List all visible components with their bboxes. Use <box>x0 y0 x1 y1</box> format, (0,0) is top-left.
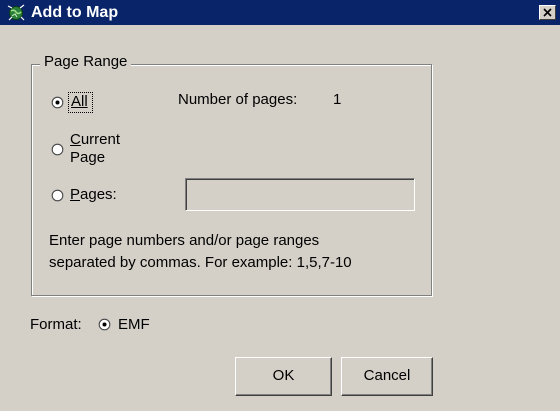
radio-format-emf[interactable] <box>98 318 111 331</box>
title-bar[interactable]: Add to Map <box>0 0 560 25</box>
pages-input[interactable] <box>185 178 415 211</box>
radio-current-label-line2[interactable]: Page <box>70 149 105 167</box>
page-range-legend: Page Range <box>40 52 132 72</box>
page-range-help-text: Enter page numbers and/or page ranges se… <box>49 230 429 274</box>
radio-current-page[interactable] <box>51 143 64 156</box>
close-icon <box>543 8 552 17</box>
cancel-button[interactable]: Cancel <box>341 357 433 396</box>
number-of-pages-value: 1 <box>333 91 342 108</box>
radio-selected-icon <box>55 100 60 105</box>
help-line-1: Enter page numbers and/or page ranges <box>49 232 320 249</box>
number-of-pages-label: Number of pages: <box>178 91 298 108</box>
format-emf-label[interactable]: EMF <box>118 316 150 334</box>
format-label: Format: <box>30 316 82 333</box>
radio-current-label-line1[interactable]: Current <box>70 131 120 149</box>
radio-all[interactable] <box>51 96 64 109</box>
add-to-map-dialog: Add to Map Page Range All Number of page… <box>0 0 560 411</box>
globe-map-icon <box>7 4 25 21</box>
radio-pages-label[interactable]: Pages: <box>70 186 117 204</box>
radio-pages[interactable] <box>51 189 64 202</box>
close-button[interactable] <box>539 5 556 20</box>
dialog-title: Add to Map <box>31 4 119 21</box>
ok-button[interactable]: OK <box>235 357 332 396</box>
help-line-2: separated by commas. For example: 1,5,7-… <box>49 254 352 271</box>
radio-all-label[interactable]: All <box>71 93 88 111</box>
